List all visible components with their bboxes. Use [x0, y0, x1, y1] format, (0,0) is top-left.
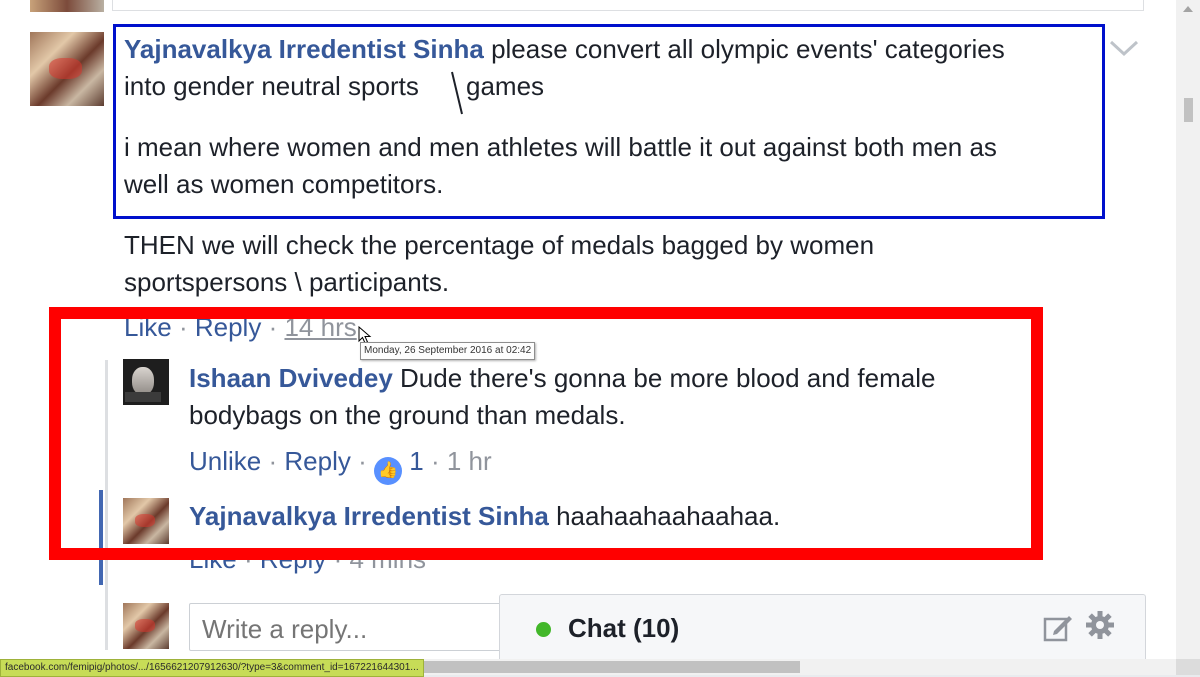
online-status-icon	[536, 622, 551, 637]
previous-comment-box	[112, 0, 1144, 11]
previous-avatar	[30, 0, 104, 12]
comments-panel: Yajnavalkya Irredentist Sinha please con…	[0, 0, 1176, 675]
reply-input-box[interactable]	[189, 603, 521, 651]
scroll-up-arrow-icon[interactable]	[1183, 6, 1193, 12]
status-bar-url: facebook.com/femipig/photos/.../16566212…	[0, 659, 424, 677]
comment-line-5: THEN we will check the percentage of med…	[124, 230, 875, 260]
annotation-red-box	[49, 307, 1043, 560]
reply-input[interactable]	[202, 614, 502, 645]
avatar[interactable]	[30, 32, 104, 106]
avatar	[123, 603, 169, 649]
annotation-blue-box	[113, 24, 1105, 219]
gear-icon[interactable]	[1085, 610, 1115, 640]
vertical-scrollbar[interactable]	[1176, 0, 1200, 670]
scrollbar-thumb[interactable]	[1184, 98, 1193, 122]
compose-icon[interactable]	[1043, 614, 1073, 642]
chat-bar[interactable]: Chat (10)	[499, 594, 1146, 661]
chat-label[interactable]: Chat (10)	[568, 611, 679, 645]
chevron-down-icon[interactable]	[1108, 38, 1140, 58]
scrollbar-corner	[1176, 659, 1200, 675]
comment-line-6: sportspersons \ participants.	[124, 267, 450, 297]
